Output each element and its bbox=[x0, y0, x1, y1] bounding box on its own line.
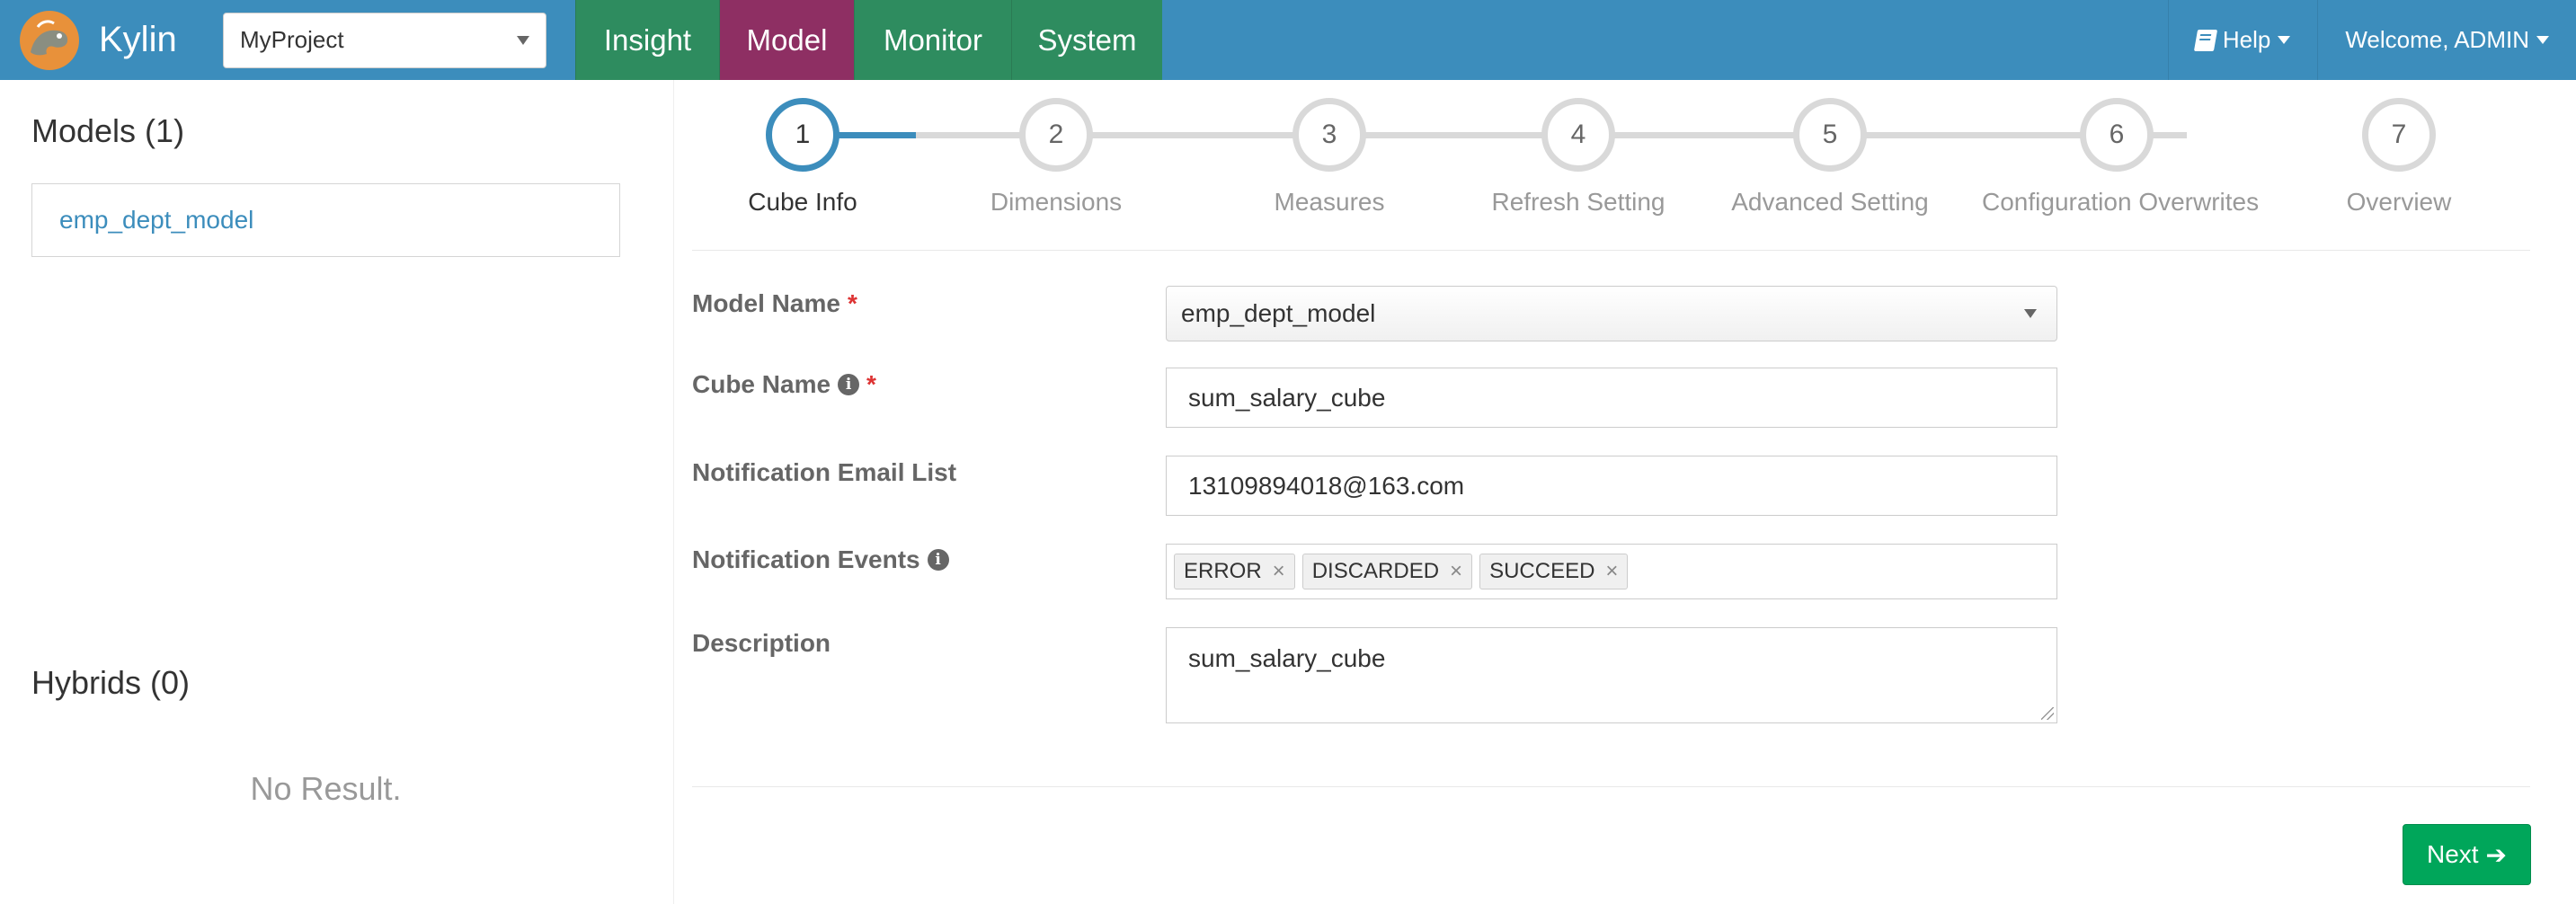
step-number: 4 bbox=[1541, 98, 1615, 172]
next-button[interactable]: Next ➔ bbox=[2403, 824, 2531, 885]
step-cube-info[interactable]: 1 Cube Info bbox=[668, 98, 937, 217]
event-tag-succeed: SUCCEED × bbox=[1479, 554, 1629, 589]
required-mark: * bbox=[847, 289, 857, 317]
cube-name-label: Cube Name i * bbox=[692, 370, 876, 399]
project-select[interactable]: MyProject bbox=[223, 12, 546, 68]
project-select-value: MyProject bbox=[240, 26, 344, 53]
model-list: emp_dept_model bbox=[31, 183, 620, 257]
hybrids-title: Hybrids (0) bbox=[31, 664, 191, 701]
welcome-label: Welcome, ADMIN bbox=[2345, 26, 2529, 53]
arrow-right-icon: ➔ bbox=[2485, 840, 2508, 869]
step-number: 1 bbox=[766, 98, 839, 172]
divider bbox=[692, 250, 2530, 251]
email-label: Notification Email List bbox=[692, 458, 956, 487]
step-number: 5 bbox=[1793, 98, 1867, 172]
step-number: 7 bbox=[2362, 98, 2436, 172]
step-dimensions[interactable]: 2 Dimensions bbox=[921, 98, 1191, 217]
notification-email-input[interactable]: 13109894018@163.com bbox=[1166, 456, 2057, 516]
user-menu[interactable]: Welcome, ADMIN bbox=[2317, 0, 2576, 80]
next-button-label: Next bbox=[2426, 840, 2479, 868]
step-label: Configuration Overwrites bbox=[1982, 188, 2260, 216]
close-icon[interactable]: × bbox=[1273, 559, 1285, 584]
step-configuration-overwrites[interactable]: 6 Configuration Overwrites bbox=[1982, 98, 2260, 217]
required-mark: * bbox=[866, 370, 876, 398]
cube-name-label-text: Cube Name bbox=[692, 370, 831, 398]
model-name-label: Model Name * bbox=[692, 289, 857, 318]
events-label-text: Notification Events bbox=[692, 545, 920, 573]
info-icon[interactable]: i bbox=[838, 374, 860, 395]
model-name-select[interactable]: emp_dept_model bbox=[1166, 286, 2057, 341]
step-overview[interactable]: 7 Overview bbox=[2264, 98, 2534, 217]
model-name-label-text: Model Name bbox=[692, 289, 840, 317]
step-label: Refresh Setting bbox=[1491, 188, 1666, 216]
description-label: Description bbox=[692, 629, 831, 658]
wizard-steps: 1 Cube Info 2 Dimensions 3 Measures 4 Re… bbox=[692, 80, 2535, 251]
step-label: Measures bbox=[1274, 188, 1385, 216]
email-value: 13109894018@163.com bbox=[1188, 471, 1465, 500]
hybrids-empty-message: No Result. bbox=[250, 770, 402, 807]
brand[interactable]: Kylin bbox=[0, 0, 198, 80]
event-tag-error: ERROR × bbox=[1174, 554, 1295, 589]
tag-label: DISCARDED bbox=[1311, 559, 1440, 583]
app-name: Kylin bbox=[99, 20, 177, 59]
resize-handle-icon[interactable] bbox=[2041, 707, 2054, 720]
email-label-text: Notification Email List bbox=[692, 458, 957, 486]
models-sidebar: Models (1) emp_dept_model Hybrids (0) No… bbox=[0, 80, 674, 904]
info-icon[interactable]: i bbox=[927, 549, 949, 571]
divider bbox=[692, 786, 2530, 787]
step-label: Advanced Setting bbox=[1731, 188, 1929, 216]
nav-model[interactable]: Model bbox=[719, 0, 854, 80]
caret-down-icon bbox=[2536, 36, 2549, 44]
nav-monitor[interactable]: Monitor bbox=[854, 0, 1011, 80]
description-label-text: Description bbox=[692, 629, 831, 657]
step-measures[interactable]: 3 Measures bbox=[1195, 98, 1464, 217]
model-name-value: emp_dept_model bbox=[1181, 299, 1376, 327]
tag-label: SUCCEED bbox=[1489, 559, 1595, 583]
tag-label: ERROR bbox=[1184, 559, 1262, 583]
top-navbar: Kylin MyProject Insight Model Monitor Sy… bbox=[0, 0, 2576, 80]
step-refresh-setting[interactable]: 4 Refresh Setting bbox=[1443, 98, 1713, 217]
step-advanced-setting[interactable]: 5 Advanced Setting bbox=[1695, 98, 1965, 217]
step-label: Dimensions bbox=[990, 188, 1123, 216]
step-label: Overview bbox=[2346, 188, 2452, 216]
help-label: Help bbox=[2222, 26, 2271, 53]
topbar-right: Help Welcome, ADMIN bbox=[2167, 0, 2576, 80]
caret-down-icon bbox=[2278, 36, 2291, 44]
step-number: 3 bbox=[1292, 98, 1366, 172]
cube-name-input[interactable]: sum_salary_cube bbox=[1166, 368, 2057, 428]
events-label: Notification Events i bbox=[692, 545, 949, 574]
cube-name-value: sum_salary_cube bbox=[1188, 383, 1386, 412]
event-tag-discarded: DISCARDED × bbox=[1301, 554, 1473, 589]
nav-insight[interactable]: Insight bbox=[575, 0, 719, 80]
models-title: Models (1) bbox=[31, 112, 185, 149]
close-icon[interactable]: × bbox=[1605, 559, 1618, 584]
main-nav: Insight Model Monitor System bbox=[575, 0, 1162, 80]
notification-events-input[interactable]: ERROR × DISCARDED × SUCCEED × bbox=[1166, 544, 2057, 599]
step-label: Cube Info bbox=[748, 188, 857, 216]
description-value: sum_salary_cube bbox=[1188, 644, 1386, 672]
chevron-down-icon bbox=[2024, 309, 2037, 318]
project-select-wrap: MyProject bbox=[198, 0, 575, 80]
step-number: 6 bbox=[2080, 98, 2154, 172]
close-icon[interactable]: × bbox=[1450, 559, 1462, 584]
model-link[interactable]: emp_dept_model bbox=[59, 206, 253, 235]
step-number: 2 bbox=[1019, 98, 1093, 172]
description-textarea[interactable]: sum_salary_cube bbox=[1166, 627, 2057, 723]
chevron-down-icon bbox=[517, 35, 529, 45]
kylin-logo-icon bbox=[18, 9, 81, 72]
book-icon bbox=[2193, 29, 2217, 51]
nav-system[interactable]: System bbox=[1011, 0, 1162, 80]
help-menu[interactable]: Help bbox=[2167, 0, 2317, 80]
